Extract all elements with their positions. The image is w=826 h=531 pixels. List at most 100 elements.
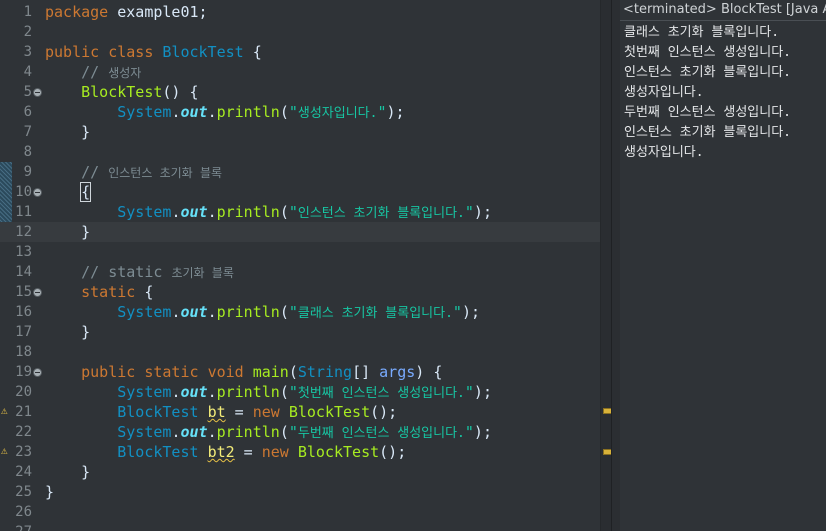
code-token: = xyxy=(225,403,253,421)
code-line[interactable]: 5 BlockTest() { xyxy=(0,82,600,102)
code-token: bt xyxy=(207,403,226,421)
code-token: . xyxy=(207,383,217,401)
warning-lightbulb-icon[interactable]: ⚠ xyxy=(1,405,8,416)
warning-marker[interactable] xyxy=(603,408,611,414)
console-line: 첫번째 인스턴스 생성입니다. xyxy=(624,45,792,60)
code-line[interactable]: 3 public class BlockTest { xyxy=(0,42,600,62)
console-output[interactable]: 클래스 초기화 블록입니다. 첫번째 인스턴스 생성입니다. 인스턴스 초기화 블록… xyxy=(620,21,826,163)
line-number: 2 xyxy=(23,24,32,40)
code-token: new xyxy=(261,443,289,461)
code-token: println xyxy=(216,303,280,321)
code-line[interactable]: 6 System.out.println("생성자입니다."); xyxy=(0,102,600,122)
console-header: <terminated> BlockTest [Java Application… xyxy=(620,0,826,21)
fold-collapse-icon[interactable] xyxy=(33,88,42,97)
code-text: // 생성자 xyxy=(45,62,141,83)
console-line: 생성자입니다. xyxy=(624,85,704,100)
code-line[interactable]: 9 // 인스턴스 초기화 블록 xyxy=(0,162,600,182)
code-token: System xyxy=(117,203,172,221)
code-text: System.out.println("생성자입니다."); xyxy=(45,102,404,124)
code-text: } xyxy=(45,122,90,142)
code-line[interactable]: 1 package example01; xyxy=(0,2,600,22)
code-token: System xyxy=(117,103,172,121)
code-line[interactable]: 7 } xyxy=(0,122,600,142)
code-token: " xyxy=(464,203,474,221)
code-token: 첫번째 인스턴스 생성입니다. xyxy=(297,386,465,401)
fold-collapse-icon[interactable] xyxy=(33,288,42,297)
code-token: 인스턴스 초기화 블록 xyxy=(108,166,223,180)
code-line[interactable]: 17 } xyxy=(0,322,600,342)
code-token: { xyxy=(243,43,262,61)
code-text: public class BlockTest { xyxy=(45,42,262,62)
code-token: (); xyxy=(379,443,407,461)
code-line[interactable]: 19 public static void main(String[] args… xyxy=(0,362,600,382)
ide-window: 1 package example01; 2 3 public class BlockT… xyxy=(0,0,826,531)
code-line[interactable]: 2 xyxy=(0,22,600,42)
code-line[interactable]: 27 xyxy=(0,522,600,531)
code-token: " xyxy=(288,383,298,401)
code-line[interactable]: 15 static { xyxy=(0,282,600,302)
line-number: 14 xyxy=(15,264,32,280)
code-line[interactable]: 14 // static 초기화 블록 xyxy=(0,262,600,282)
code-line[interactable]: 12 } xyxy=(0,222,600,242)
code-line[interactable]: 23 ⚠ BlockTest bt2 = new BlockTest(); xyxy=(0,442,600,462)
code-token: out xyxy=(180,303,208,321)
line-number: 16 xyxy=(15,304,32,320)
line-number: 3 xyxy=(23,44,32,60)
fold-collapse-icon[interactable] xyxy=(33,368,42,377)
code-token: " xyxy=(464,383,474,401)
console-view[interactable]: <terminated> BlockTest [Java Application… xyxy=(620,0,826,531)
code-line[interactable]: 11 System.out.println("인스턴스 초기화 블록입니다.")… xyxy=(0,202,600,222)
warning-marker[interactable] xyxy=(603,449,611,455)
code-token: . xyxy=(207,103,217,121)
code-text: } xyxy=(45,322,90,342)
code-line[interactable]: 22 System.out.println("두번째 인스턴스 생성입니다.")… xyxy=(0,422,600,442)
code-line[interactable]: 10 { xyxy=(0,182,600,202)
code-line[interactable]: 21 ⚠ BlockTest bt = new BlockTest(); xyxy=(0,402,600,422)
code-editor[interactable]: 1 package example01; 2 3 public class BlockT… xyxy=(0,0,611,531)
code-text: // 인스턴스 초기화 블록 xyxy=(45,162,222,183)
overview-ruler[interactable] xyxy=(600,0,611,531)
code-token: out xyxy=(180,203,208,221)
code-line[interactable]: 20 System.out.println("첫번째 인스턴스 생성입니다.")… xyxy=(0,382,600,402)
line-number: 24 xyxy=(15,464,32,480)
code-token: // xyxy=(81,63,109,81)
code-token: (); xyxy=(370,403,398,421)
code-line[interactable]: 25} xyxy=(0,482,600,502)
line-number: 22 xyxy=(15,424,32,440)
code-token: System xyxy=(117,423,172,441)
code-line[interactable]: 4 // 생성자 xyxy=(0,62,600,82)
code-token: public xyxy=(45,43,100,61)
warning-lightbulb-icon[interactable]: ⚠ xyxy=(1,445,8,456)
code-text: } xyxy=(45,222,90,242)
code-token: ); xyxy=(473,203,492,221)
code-line[interactable]: 18 xyxy=(0,342,600,362)
code-line[interactable]: 13 xyxy=(0,242,600,262)
code-token: . xyxy=(207,203,217,221)
code-line[interactable]: 26 xyxy=(0,502,600,522)
code-token: 인스턴스 초기화 블록입니다. xyxy=(297,206,465,221)
code-token: BlockTest xyxy=(117,443,199,461)
line-number: 25 xyxy=(15,484,32,500)
code-line[interactable]: 8 xyxy=(0,142,600,162)
code-token: ); xyxy=(461,303,481,321)
code-text: package example01; xyxy=(45,2,208,22)
line-number: 4 xyxy=(23,64,32,80)
code-token: ( xyxy=(288,363,298,381)
line-number: 17 xyxy=(15,324,32,340)
code-line[interactable]: 16 System.out.println("클래스 초기화 블록입니다."); xyxy=(0,302,600,322)
fold-collapse-icon[interactable] xyxy=(33,188,42,197)
code-text: { xyxy=(45,182,92,202)
console-line: 클래스 초기화 블록입니다. xyxy=(624,25,780,40)
code-line[interactable]: 24 } xyxy=(0,462,600,482)
code-token: } xyxy=(45,123,91,141)
code-token: new xyxy=(252,403,280,421)
code-token: out xyxy=(180,383,208,401)
code-token: () { xyxy=(162,83,199,101)
